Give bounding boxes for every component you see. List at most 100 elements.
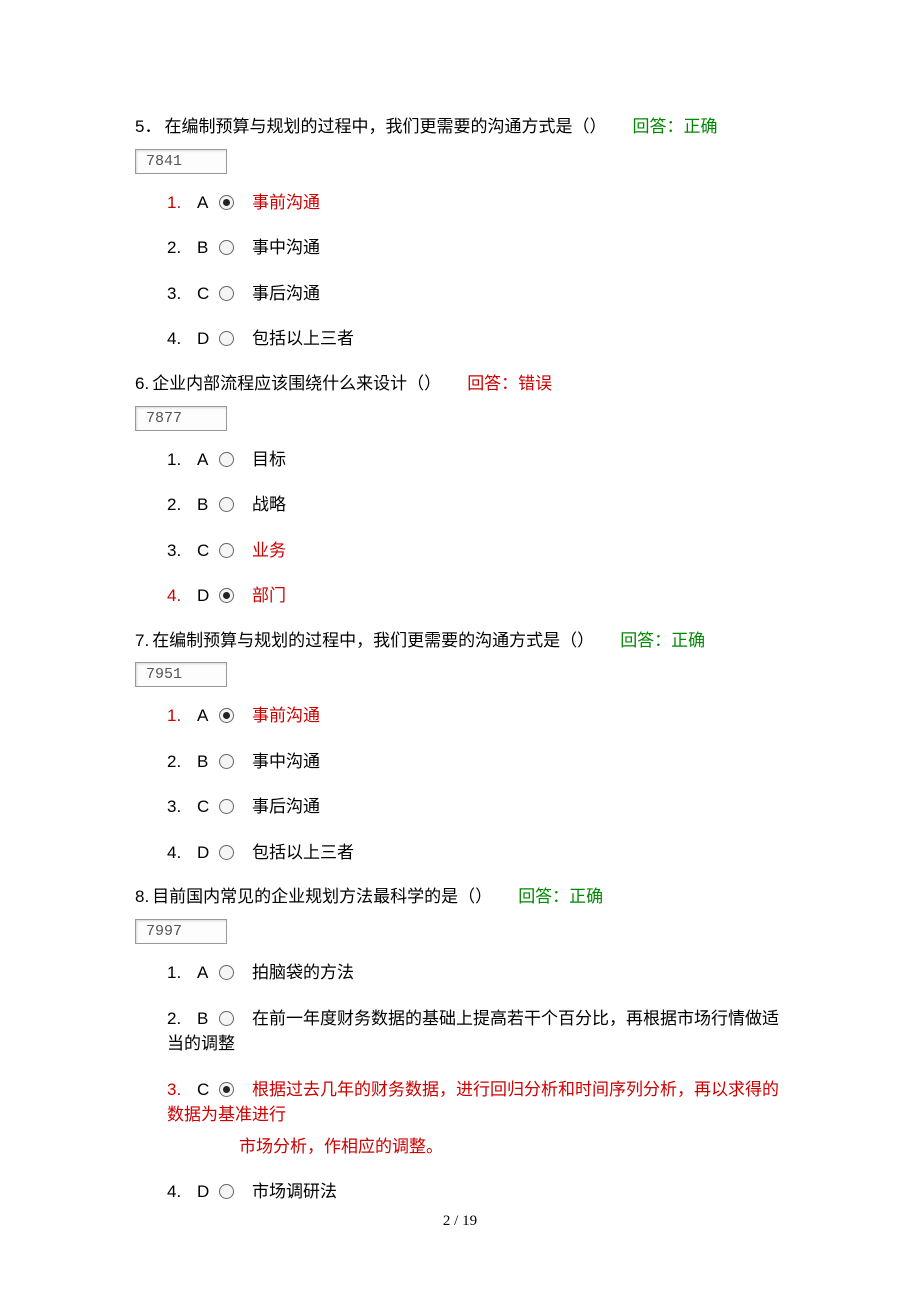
question-stem: 企业内部流程应该围绕什么来设计（） — [152, 374, 441, 393]
option-radio[interactable] — [219, 543, 234, 558]
option-letter: A — [197, 447, 217, 473]
option-radio[interactable] — [219, 845, 234, 860]
option-text: 根据过去几年的财务数据，进行回归分析和时间序列分析，再以求得的数据为基准进行 — [167, 1080, 779, 1125]
option-text: 事前沟通 — [252, 193, 320, 212]
option-item: 2.B在前一年度财务数据的基础上提高若干个百分比，再根据市场行情做适当的调整 — [167, 996, 785, 1067]
option-text: 业务 — [252, 541, 286, 560]
question-id-box: 7997 — [135, 919, 227, 944]
option-radio[interactable] — [219, 799, 234, 814]
option-ordinal: 1. — [167, 190, 197, 216]
option-item: 3.C 业务 — [167, 528, 785, 574]
option-text: 事中沟通 — [252, 752, 320, 771]
option-letter: B — [197, 235, 217, 261]
options-list: 1.A 事前沟通 2.B事中沟通 3.C 事后沟通 4.D包括以上三者 — [135, 180, 785, 362]
option-radio[interactable] — [219, 286, 234, 301]
option-letter: C — [197, 538, 217, 564]
option-text: 部门 — [252, 586, 286, 605]
option-item: 4.D包括以上三者 — [167, 316, 785, 362]
option-text: 战略 — [252, 495, 286, 514]
option-radio[interactable] — [219, 965, 234, 980]
question-stem: 在编制预算与规划的过程中，我们更需要的沟通方式是（） — [164, 117, 606, 136]
question-id-box: 7841 — [135, 149, 227, 174]
option-text: 事后沟通 — [252, 797, 320, 816]
options-list: 1.A 事前沟通 2.B 事中沟通 3.C 事后沟通 4.D 包括以上三者 — [135, 693, 785, 875]
option-letter: D — [197, 583, 217, 609]
option-radio[interactable] — [219, 754, 234, 769]
option-item: 3.C 事后沟通 — [167, 271, 785, 317]
answer-feedback: 回答：正确 — [632, 117, 717, 136]
option-ordinal: 2. — [167, 235, 197, 261]
option-letter: D — [197, 1179, 217, 1205]
option-ordinal: 3. — [167, 281, 197, 307]
option-text: 包括以上三者 — [252, 329, 354, 348]
option-radio[interactable] — [219, 195, 234, 210]
option-ordinal: 2. — [167, 492, 197, 518]
answer-feedback: 回答：正确 — [518, 887, 603, 906]
option-radio[interactable] — [219, 588, 234, 603]
question-number: 8. — [135, 887, 149, 906]
option-text: 包括以上三者 — [252, 843, 354, 862]
option-ordinal: 4. — [167, 840, 197, 866]
page-sep: / — [450, 1213, 462, 1229]
page-content: 5．在编制预算与规划的过程中，我们更需要的沟通方式是（）回答：正确78411.A… — [0, 0, 920, 1215]
option-item: 2.B 战略 — [167, 482, 785, 528]
option-letter: A — [197, 960, 217, 986]
option-text: 拍脑袋的方法 — [252, 963, 354, 982]
option-text: 在前一年度财务数据的基础上提高若干个百分比，再根据市场行情做适当的调整 — [167, 1009, 779, 1054]
option-letter: D — [197, 840, 217, 866]
question-heading: 8.目前国内常见的企业规划方法最科学的是（） 回答：正确 — [135, 885, 785, 909]
question-id-box: 7877 — [135, 406, 227, 431]
option-ordinal: 1. — [167, 447, 197, 473]
option-ordinal: 2. — [167, 749, 197, 775]
option-text: 目标 — [252, 450, 286, 469]
option-radio[interactable] — [219, 1082, 234, 1097]
question-heading: 7.在编制预算与规划的过程中，我们更需要的沟通方式是（）回答：正确 — [135, 629, 785, 653]
question-stem: 在编制预算与规划的过程中，我们更需要的沟通方式是（） — [152, 631, 594, 650]
option-item: 1.A 拍脑袋的方法 — [167, 950, 785, 996]
option-ordinal: 3. — [167, 538, 197, 564]
option-radio[interactable] — [219, 497, 234, 512]
question-number: 5． — [135, 117, 161, 136]
option-item: 3.C 事后沟通 — [167, 784, 785, 830]
option-text: 市场调研法 — [252, 1182, 337, 1201]
page-total: 19 — [462, 1213, 477, 1229]
option-text: 事前沟通 — [252, 706, 320, 725]
option-item: 4.D 部门 — [167, 573, 785, 619]
option-letter: A — [197, 190, 217, 216]
question-number: 6. — [135, 374, 149, 393]
page-footer: 2 / 19 — [0, 1213, 920, 1230]
answer-feedback: 回答：正确 — [620, 631, 705, 650]
option-ordinal: 4. — [167, 583, 197, 609]
option-radio[interactable] — [219, 331, 234, 346]
option-ordinal: 4. — [167, 326, 197, 352]
options-list: 1.A 拍脑袋的方法 2.B在前一年度财务数据的基础上提高若干个百分比，再根据市场行… — [135, 950, 785, 1215]
option-ordinal: 1. — [167, 960, 197, 986]
answer-feedback: 回答：错误 — [467, 374, 552, 393]
option-radio[interactable] — [219, 708, 234, 723]
option-radio[interactable] — [219, 1184, 234, 1199]
question-heading: 6.企业内部流程应该围绕什么来设计（） 回答：错误 — [135, 372, 785, 396]
question-stem: 目前国内常见的企业规划方法最科学的是（） — [152, 887, 492, 906]
option-text: 事后沟通 — [252, 284, 320, 303]
option-ordinal: 1. — [167, 703, 197, 729]
question-id-box: 7951 — [135, 662, 227, 687]
option-letter: C — [197, 1077, 217, 1103]
option-item: 4.D 包括以上三者 — [167, 830, 785, 876]
option-item: 1.A 事前沟通 — [167, 180, 785, 226]
option-item: 4.D市场调研法 — [167, 1169, 785, 1215]
option-radio[interactable] — [219, 1011, 234, 1026]
option-ordinal: 3. — [167, 794, 197, 820]
option-letter: A — [197, 703, 217, 729]
option-item: 2.B 事中沟通 — [167, 739, 785, 785]
option-radio[interactable] — [219, 452, 234, 467]
option-radio[interactable] — [219, 240, 234, 255]
option-letter: C — [197, 281, 217, 307]
option-letter: B — [197, 492, 217, 518]
option-item: 1.A 目标 — [167, 437, 785, 483]
option-ordinal: 2. — [167, 1006, 197, 1032]
option-letter: C — [197, 794, 217, 820]
option-letter: B — [197, 749, 217, 775]
option-item: 2.B事中沟通 — [167, 225, 785, 271]
option-item: 1.A 事前沟通 — [167, 693, 785, 739]
options-list: 1.A 目标 2.B 战略 3.C 业务 4.D 部门 — [135, 437, 785, 619]
